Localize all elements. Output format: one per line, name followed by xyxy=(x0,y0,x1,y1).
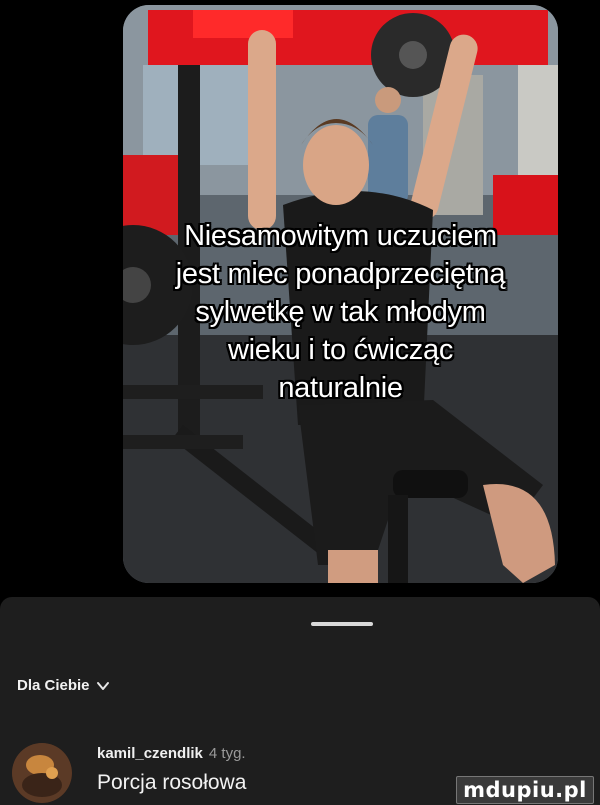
avatar[interactable] xyxy=(12,743,72,803)
comment-username[interactable]: kamil_czendlik xyxy=(97,745,203,762)
comment-username-row: kamil_czendlik 4 tyg. xyxy=(97,745,246,762)
video-caption: Niesamowitym uczuciem jest miec ponadprz… xyxy=(123,217,558,407)
caption-line: naturalnie xyxy=(278,372,403,404)
video-area: Niesamowitym uczuciem jest miec ponadprz… xyxy=(0,0,600,597)
chevron-down-icon xyxy=(96,681,109,690)
avatar-image xyxy=(12,743,72,803)
section-selector[interactable]: Dla Ciebie xyxy=(17,677,110,694)
caption-line: jest miec ponadprzeciętną xyxy=(175,258,506,290)
comment-text: Porcja rosołowa xyxy=(97,771,247,794)
drag-handle[interactable] xyxy=(311,622,373,626)
caption-line: sylwetkę w tak młodym xyxy=(195,296,486,328)
comment-time: 4 tyg. xyxy=(208,745,246,762)
caption-line: wieku i to ćwicząc xyxy=(227,334,454,366)
caption-line: Niesamowitym uczuciem xyxy=(184,220,497,252)
watermark-logo: mdupiu.pl xyxy=(456,776,594,804)
section-title: Dla Ciebie xyxy=(17,677,90,694)
comments-sheet: Dla Ciebie kamil_czendlik 4 tyg. Porcja r… xyxy=(0,597,600,805)
video-thumbnail[interactable]: Niesamowitym uczuciem jest miec ponadprz… xyxy=(123,5,558,583)
